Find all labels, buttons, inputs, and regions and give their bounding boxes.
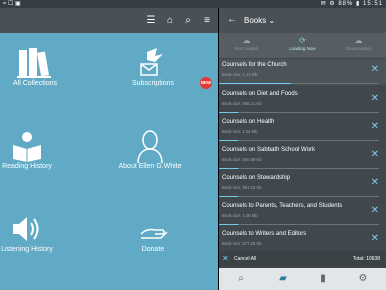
book-size: Book size: 991.03 Kb (222, 185, 262, 190)
tile-about-ellen-white[interactable]: About Ellen G.White (105, 129, 195, 170)
progress-fill (219, 140, 239, 141)
list-item[interactable]: Counsels on Health Book size: 1.04 Mb ✕ (219, 116, 386, 142)
close-icon[interactable]: ✕ (371, 206, 379, 216)
download-footer: ✕ Cancel All Total: 10638 (219, 251, 386, 267)
book-size: Book size: 1.04 Mb (222, 129, 258, 134)
list-item[interactable]: Counsels on Stewardship Book size: 991.0… (219, 172, 386, 198)
tile-label: Donate (141, 246, 165, 253)
home-icon[interactable]: ⌂ (164, 15, 176, 27)
book-size: Book size: 958.21 Kb (222, 101, 262, 106)
status-bar: ≈ ☐ ▣ ✉ ⚙ 88% ▮ 15:51 (0, 0, 386, 8)
book-title: Counsels on Stewardship (222, 175, 291, 181)
tile-reading-history[interactable]: Reading History (0, 129, 72, 170)
progress-fill (219, 83, 291, 84)
tile-listening-history[interactable]: Listening History (0, 212, 72, 253)
list-item[interactable]: Counsels for the Church Book size: 1.11 … (219, 59, 386, 85)
total-count: Total: 10638 (352, 256, 380, 262)
download-tabs: ☁ Not Loaded ⟳ Loading Now ☁ Downloaded (219, 33, 386, 83)
cloud-download-icon: ☁ (242, 36, 251, 45)
tile-label: All Collections (13, 80, 57, 87)
progress-fill (219, 112, 239, 113)
cloud-check-icon: ☁ (354, 36, 363, 45)
close-icon[interactable]: ✕ (371, 234, 379, 244)
book-title: Counsels on Sabbath School Work (222, 147, 315, 153)
tile-label: Listening History (1, 246, 53, 253)
settings-icon[interactable]: ⚙ (343, 270, 383, 288)
tile-all-collections[interactable]: All Collections (0, 46, 80, 87)
books-icon (17, 48, 51, 78)
progress-track (219, 224, 379, 225)
search-icon[interactable]: ⌕ (182, 15, 194, 27)
home-pane: ☰ ⌂ ⌕ ≡ All Collections Subscriptions NE… (0, 8, 218, 290)
close-icon[interactable]: ✕ (371, 65, 379, 75)
progress-fill (219, 196, 239, 197)
cancel-all-button[interactable]: Cancel All (234, 256, 256, 262)
status-right: ✉ ⚙ 88% ▮ 15:51 (320, 1, 383, 7)
progress-track (219, 196, 379, 197)
list-item[interactable]: Counsels to Parents, Teachers, and Stude… (219, 200, 386, 226)
books-header: ← Books ⌄ (219, 8, 386, 33)
portrait-icon (137, 130, 163, 163)
close-icon[interactable]: ✕ (222, 254, 229, 264)
book-size: Book size: 577.26 Kb (222, 241, 262, 246)
tile-subscriptions[interactable]: Subscriptions (108, 46, 198, 87)
close-icon[interactable]: ✕ (371, 178, 379, 188)
home-toolbar: ☰ ⌂ ⌕ ≡ (0, 8, 218, 33)
progress-fill (219, 168, 239, 169)
close-icon[interactable]: ✕ (371, 94, 379, 104)
menu-list-icon[interactable]: ☰ (145, 15, 157, 27)
list-item[interactable]: Counsels on Sabbath School Work Book siz… (219, 144, 386, 170)
hamburger-icon[interactable]: ≡ (201, 15, 213, 27)
book-title: Counsels to Writers and Editors (222, 231, 307, 237)
progress-track (219, 140, 379, 141)
book-size: Book size: 1.08 Mb (222, 213, 258, 218)
progress-track (219, 168, 379, 169)
close-icon[interactable]: ✕ (371, 150, 379, 160)
bookmark-icon[interactable]: ▮ (303, 270, 343, 288)
tile-donate[interactable]: Donate (108, 212, 198, 253)
book-title: Counsels to Parents, Teachers, and Stude… (222, 203, 343, 209)
reader-icon (13, 132, 41, 162)
close-icon[interactable]: ✕ (371, 122, 379, 132)
books-dropdown[interactable]: Books ⌄ (244, 16, 275, 25)
search-icon[interactable]: ⌕ (221, 270, 261, 288)
status-left: ≈ ☐ ▣ (3, 1, 21, 7)
hand-icon (140, 228, 168, 239)
tab-loading-now[interactable]: ⟳ Loading Now (275, 33, 330, 58)
book-size: Book size: 600.69 Kb (222, 157, 262, 162)
book-title: Counsels on Diet and Foods (222, 91, 298, 97)
tab-downloaded[interactable]: ☁ Downloaded (331, 33, 386, 58)
list-item[interactable]: Counsels on Diet and Foods Book size: 95… (219, 88, 386, 114)
book-title: Counsels for the Church (222, 62, 287, 68)
books-pane: ← Books ⌄ ☁ Not Loaded ⟳ Loading Now ☁ D… (219, 8, 386, 290)
tile-label: Subscriptions (131, 80, 175, 87)
tile-label: About Ellen G.White (118, 163, 182, 170)
bottom-nav: ⌕ ▰ ▮ ⚙ (219, 268, 386, 290)
refresh-icon: ⟳ (299, 36, 306, 45)
book-size: Book size: 1.11 Mb (222, 72, 258, 77)
speaker-icon (13, 217, 39, 241)
progress-track (219, 112, 379, 113)
dove-mail-icon (140, 48, 163, 76)
tile-label: Reading History (2, 163, 52, 170)
new-badge: NEW (200, 77, 212, 89)
books-stack-icon[interactable]: ▰ (263, 270, 303, 288)
back-arrow-icon[interactable]: ← (227, 14, 237, 25)
tab-not-loaded[interactable]: ☁ Not Loaded (219, 33, 274, 58)
progress-fill (219, 224, 239, 225)
book-title: Counsels on Health (222, 119, 275, 125)
